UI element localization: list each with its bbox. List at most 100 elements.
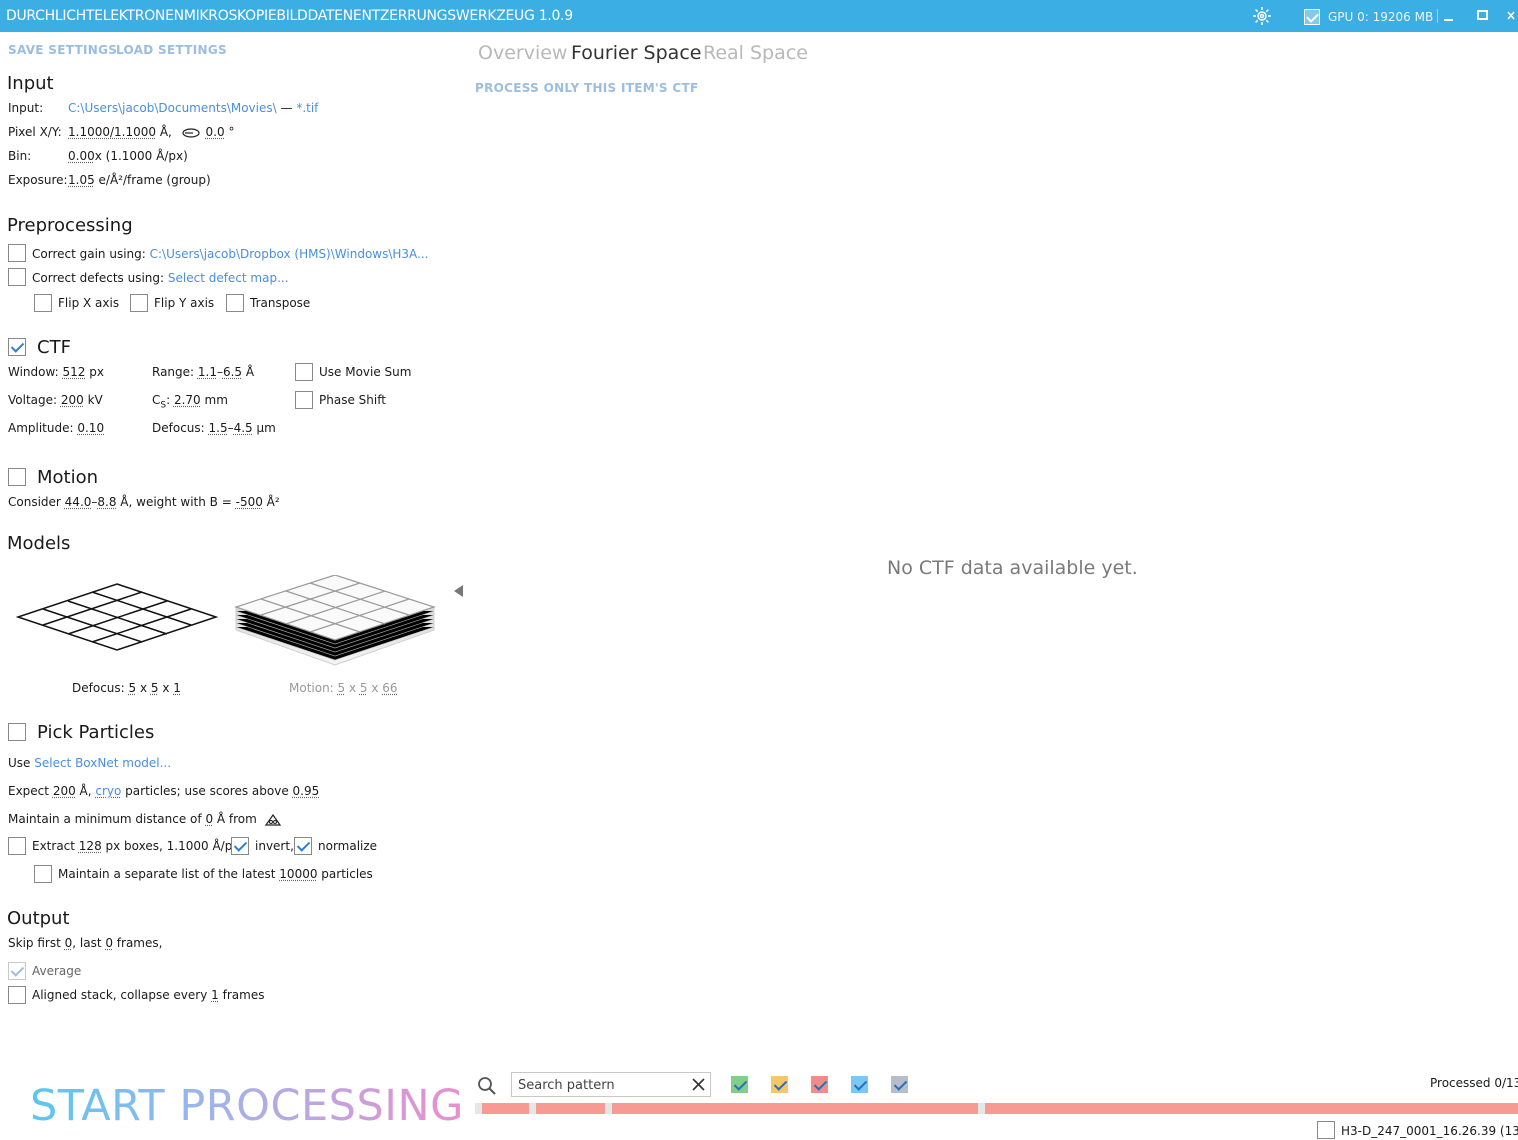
collapse-panel-arrow-icon[interactable] <box>454 585 463 597</box>
skip-last-value[interactable]: 0 <box>105 936 113 950</box>
defocus-times-2: x <box>158 681 174 695</box>
process-only-item-ctf-button[interactable]: PROCESS ONLY THIS ITEM'S CTF <box>475 81 698 95</box>
input-path-link[interactable]: C:\Users\jacob\Documents\Movies\ <box>68 101 277 115</box>
start-processing-button[interactable]: START PROCESSING <box>30 1081 464 1131</box>
expect-row: Expect 200 Å, cryo particles; use scores… <box>8 784 319 798</box>
transpose-checkbox[interactable] <box>226 294 244 312</box>
box-size-value[interactable]: 128 <box>79 839 102 853</box>
ctf-cs-value[interactable]: 2.70 <box>174 393 201 407</box>
gpu-checkbox[interactable] <box>1304 9 1320 25</box>
tab-real-space[interactable]: Real Space <box>703 42 808 64</box>
maximize-icon[interactable] <box>1471 5 1493 27</box>
pixel-angle-value[interactable]: 0.0 <box>206 125 225 139</box>
pixel-size-value[interactable]: 1.1000/1.1000 <box>68 125 156 139</box>
defocus-grid-icon[interactable] <box>16 582 218 652</box>
skip-mid: , last <box>72 936 106 950</box>
defocus-model-label: Defocus: 5 x 5 x 1 <box>72 681 181 695</box>
phase-shift-checkbox[interactable] <box>295 391 313 409</box>
bin-value[interactable]: 0.00 <box>68 149 95 163</box>
load-settings-button[interactable]: LOAD SETTINGS <box>116 43 227 57</box>
motion-res-min[interactable]: 44.0 <box>65 495 92 509</box>
tab-overview[interactable]: Overview <box>478 42 567 64</box>
skip-frames-row: Skip first 0, last 0 frames, <box>8 936 162 950</box>
motion-model-y[interactable]: 5 <box>360 681 368 695</box>
use-movie-sum-checkbox[interactable] <box>295 363 313 381</box>
correct-defects-label: Correct defects using: <box>32 271 168 285</box>
motion-model-z[interactable]: 66 <box>382 681 397 695</box>
item-checkbox[interactable] <box>1317 1121 1335 1139</box>
collapse-value[interactable]: 1 <box>211 988 219 1002</box>
ctf-defocus-min[interactable]: 1.5 <box>209 421 228 435</box>
save-settings-button[interactable]: SAVE SETTINGS <box>8 43 117 57</box>
extract-checkbox[interactable] <box>8 837 26 855</box>
normalize-label: normalize <box>318 839 378 853</box>
correct-gain-checkbox[interactable] <box>8 244 26 262</box>
motion-res-max[interactable]: 8.8 <box>97 495 116 509</box>
filter-processed-checkbox[interactable] <box>731 1076 748 1093</box>
correct-defects-checkbox[interactable] <box>8 268 26 286</box>
ctf-range-max[interactable]: 6.5 <box>223 365 242 379</box>
motion-weight-label: Å, weight with B = <box>116 495 236 509</box>
ctf-window-label: Window: <box>8 365 63 379</box>
motion-checkbox[interactable] <box>8 468 26 486</box>
pick-particles-checkbox[interactable] <box>8 723 26 741</box>
motion-grid-icon[interactable] <box>234 575 436 667</box>
average-checkbox[interactable] <box>8 962 26 980</box>
motion-b-value[interactable]: -500 <box>236 495 263 509</box>
extract-rest: px boxes, 1.1000 Å/px, <box>101 839 244 853</box>
defocus-model-y[interactable]: 5 <box>151 681 159 695</box>
preprocessing-heading: Preprocessing <box>7 215 133 236</box>
defocus-model-x[interactable]: 5 <box>129 681 137 695</box>
expect-label: Expect <box>8 784 53 798</box>
defocus-model-z[interactable]: 1 <box>173 681 181 695</box>
filter-unprocessed-checkbox[interactable] <box>851 1076 868 1093</box>
correct-gain-row: Correct gain using: C:\Users\jacob\Dropb… <box>32 247 429 261</box>
exposure-value[interactable]: 1.05 <box>68 173 95 187</box>
filter-outdated-checkbox[interactable] <box>771 1076 788 1093</box>
normalize-checkbox[interactable] <box>294 837 312 855</box>
particle-type-link[interactable]: cryo <box>95 784 121 798</box>
settings-gear-icon[interactable] <box>1251 5 1273 27</box>
boxnet-model-link[interactable]: Select BoxNet model... <box>34 756 171 770</box>
input-pattern-link[interactable]: *.tif <box>296 101 318 115</box>
item-status-bar[interactable] <box>475 1103 1518 1114</box>
particle-diameter-value[interactable]: 200 <box>53 784 76 798</box>
ctf-amplitude-value[interactable]: 0.10 <box>77 421 104 435</box>
gain-path-link[interactable]: C:\Users\jacob\Dropbox (HMS)\Windows\H3A… <box>150 247 429 261</box>
gpu-label: GPU 0: 19206 MB <box>1328 10 1434 24</box>
invert-checkbox[interactable] <box>231 837 249 855</box>
use-movie-sum-label: Use Movie Sum <box>319 365 412 379</box>
angle-unit: ° <box>224 125 235 139</box>
ctf-defocus-max[interactable]: 4.5 <box>234 421 253 435</box>
flip-y-checkbox[interactable] <box>130 294 148 312</box>
exposure-label: Exposure: <box>8 173 68 187</box>
search-icon <box>478 1077 496 1095</box>
latest-count-value[interactable]: 10000 <box>279 867 317 881</box>
ctf-defocus-unit: µm <box>252 421 276 435</box>
exclusion-mask-icon[interactable] <box>264 813 281 826</box>
ctf-checkbox[interactable] <box>8 338 26 356</box>
min-distance-row: Maintain a minimum distance of 0 Å from <box>8 812 281 826</box>
flip-x-checkbox[interactable] <box>34 294 52 312</box>
ctf-range-min[interactable]: 1.1 <box>198 365 217 379</box>
aligned-stack-checkbox[interactable] <box>8 986 26 1004</box>
output-heading: Output <box>7 908 70 929</box>
correct-gain-label: Correct gain using: <box>32 247 150 261</box>
min-distance-value[interactable]: 0 <box>205 812 213 826</box>
ctf-voltage-value[interactable]: 200 <box>61 393 84 407</box>
separate-list-checkbox[interactable] <box>34 865 52 883</box>
aligned-stack-label: Aligned stack, collapse every <box>32 988 212 1002</box>
close-icon[interactable] <box>1502 5 1518 27</box>
filter-deselected-checkbox[interactable] <box>891 1076 908 1093</box>
tab-fourier-space[interactable]: Fourier Space <box>571 42 701 64</box>
score-threshold-value[interactable]: 0.95 <box>293 784 320 798</box>
filter-filtered-out-checkbox[interactable] <box>811 1076 828 1093</box>
clear-search-icon[interactable] <box>692 1078 705 1091</box>
minimize-icon[interactable] <box>1438 5 1460 27</box>
ctf-window-value[interactable]: 512 <box>63 365 86 379</box>
bin-rest: x (1.1000 Å/px) <box>94 149 188 163</box>
ctf-defocus-label: Defocus: <box>152 421 209 435</box>
current-item-name[interactable]: H3-D_247_0001_16.26.39 (138/13 <box>1341 1124 1518 1138</box>
defect-map-link[interactable]: Select defect map... <box>168 271 289 285</box>
search-input[interactable] <box>518 1076 688 1094</box>
